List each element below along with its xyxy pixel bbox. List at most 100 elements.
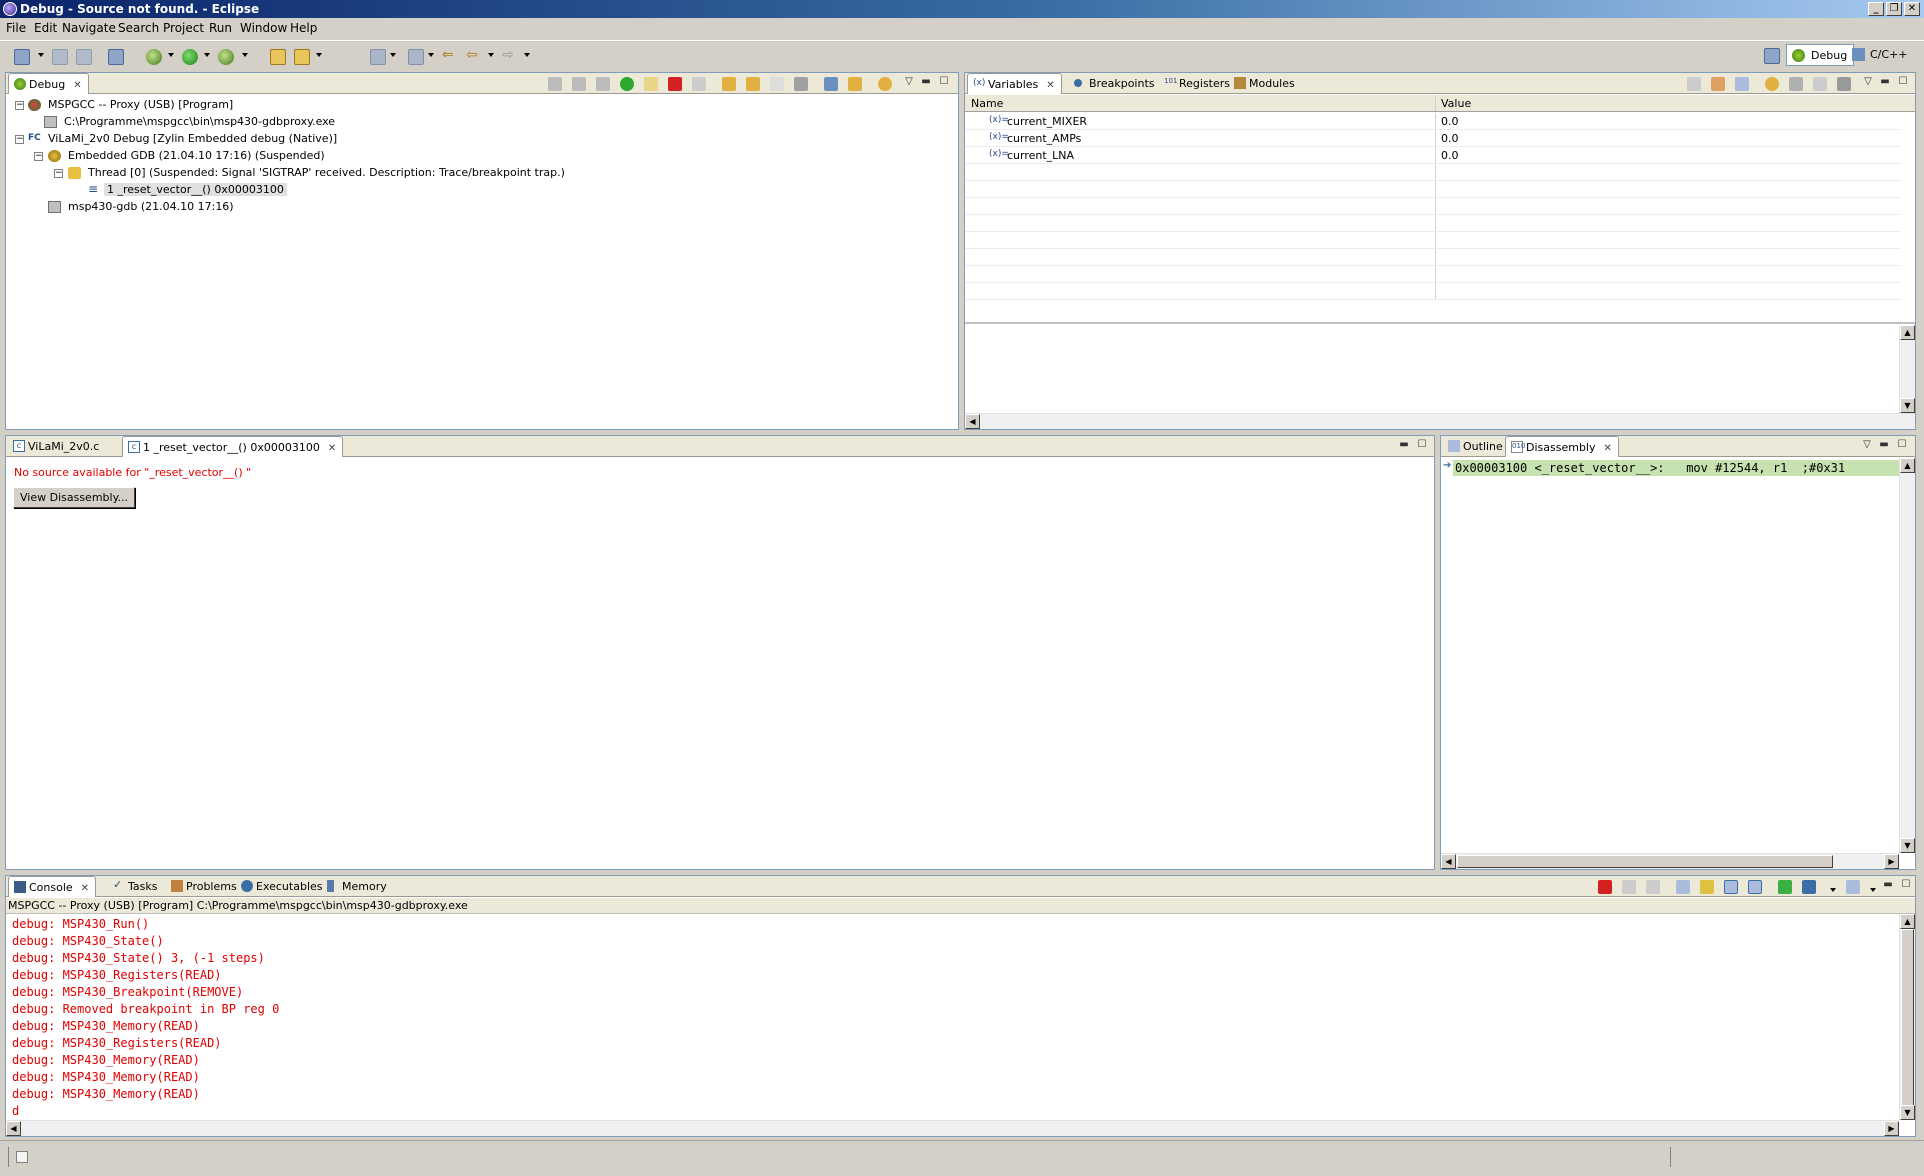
console-output[interactable]: debug: MSP430_Run() debug: MSP430_State(… xyxy=(6,914,1899,1120)
disconnect-icon[interactable] xyxy=(596,77,610,91)
back-dropdown-icon[interactable] xyxy=(488,53,494,57)
back-icon[interactable]: ⇦ xyxy=(466,47,478,63)
scroll-down-icon[interactable]: ▼ xyxy=(1900,1105,1915,1120)
minimize-button[interactable]: _ xyxy=(1868,2,1884,16)
view-menu-icon[interactable]: ▽ xyxy=(1862,77,1874,88)
step-filters-icon[interactable] xyxy=(848,77,862,91)
step-return-icon[interactable] xyxy=(770,77,784,91)
menu-file[interactable]: File xyxy=(6,21,26,35)
tab-disassembly[interactable]: 010 Disassembly ✕ xyxy=(1505,436,1619,457)
auto-refresh-icon[interactable] xyxy=(1789,77,1803,91)
scroll-up-icon[interactable]: ▲ xyxy=(1900,914,1915,929)
close-icon[interactable]: ✕ xyxy=(1604,443,1612,454)
maximize-view-icon[interactable]: ☐ xyxy=(1897,77,1909,88)
step-over-icon[interactable] xyxy=(746,77,760,91)
view-menu-icon[interactable]: ▽ xyxy=(903,77,915,88)
scroll-left-icon[interactable]: ◀ xyxy=(1441,854,1456,869)
scroll-up-icon[interactable]: ▲ xyxy=(1900,458,1915,473)
remove-icon[interactable] xyxy=(1813,77,1827,91)
detail-pane-sash[interactable] xyxy=(965,322,1915,324)
clear-console-icon[interactable] xyxy=(1676,880,1690,894)
scroll-left-icon[interactable]: ◀ xyxy=(965,414,980,429)
external-tools-dropdown-icon[interactable] xyxy=(242,53,248,57)
save-icon[interactable] xyxy=(52,49,68,65)
debug-dropdown-icon[interactable] xyxy=(168,53,174,57)
show-on-stdout-icon[interactable] xyxy=(1724,880,1738,894)
menu-search[interactable]: Search xyxy=(118,21,159,35)
collapse-icon[interactable]: − xyxy=(15,101,24,110)
disassembly-hscrollbar[interactable]: ◀ ▶ xyxy=(1441,853,1899,869)
tab-tasks[interactable]: ✓ Tasks xyxy=(108,876,163,897)
display-console-dropdown-icon[interactable] xyxy=(1830,888,1836,892)
maximize-view-icon[interactable]: ☐ xyxy=(1896,440,1908,451)
resume-icon[interactable] xyxy=(620,77,634,91)
restore-button[interactable]: ❐ xyxy=(1886,2,1902,16)
tab-debug[interactable]: Debug ✕ xyxy=(8,73,89,94)
refresh-icon[interactable] xyxy=(878,77,892,91)
close-icon[interactable]: ✕ xyxy=(81,883,89,894)
close-button[interactable]: ✕ xyxy=(1904,2,1920,16)
close-icon[interactable]: ✕ xyxy=(328,443,336,454)
tab-outline[interactable]: Outline xyxy=(1443,436,1509,457)
show-type-names-icon[interactable] xyxy=(1687,77,1701,91)
open-folder-icon[interactable] xyxy=(270,49,286,65)
remove-launch-icon[interactable] xyxy=(1622,880,1636,894)
remove-all-icon[interactable] xyxy=(1837,77,1851,91)
run-icon[interactable] xyxy=(182,49,198,65)
minimize-view-icon[interactable]: ▬ xyxy=(1878,440,1890,451)
close-icon[interactable]: ✕ xyxy=(1046,80,1054,91)
terminate-icon[interactable] xyxy=(1598,880,1612,894)
prev-annotation-icon[interactable] xyxy=(408,49,424,65)
next-annotation-dropdown-icon[interactable] xyxy=(390,53,396,57)
minimize-view-icon[interactable]: ▬ xyxy=(920,77,932,88)
maximize-view-icon[interactable]: ☐ xyxy=(938,77,950,88)
column-value[interactable]: Value xyxy=(1441,97,1471,110)
debug-config-icon[interactable] xyxy=(146,49,162,65)
menu-window[interactable]: Window xyxy=(240,21,287,35)
table-row[interactable]: (x)= current_MIXER 0.0 xyxy=(965,113,1901,130)
next-annotation-icon[interactable] xyxy=(370,49,386,65)
menu-help[interactable]: Help xyxy=(290,21,317,35)
close-icon[interactable]: ✕ xyxy=(73,80,81,91)
add-global-icon[interactable] xyxy=(1711,77,1725,91)
table-row[interactable]: (x)= current_AMPs 0.0 xyxy=(965,130,1901,147)
open-console-icon[interactable] xyxy=(1846,880,1860,894)
binary-icon[interactable] xyxy=(108,49,124,65)
pin-console-icon[interactable] xyxy=(1778,880,1792,894)
menu-project[interactable]: Project xyxy=(163,21,204,35)
tab-problems[interactable]: Problems xyxy=(166,876,243,897)
perspective-cpp[interactable]: C/C++ xyxy=(1846,44,1914,66)
terminate-icon[interactable] xyxy=(668,77,682,91)
collapse-all-icon[interactable] xyxy=(1735,77,1749,91)
suspend-icon[interactable] xyxy=(644,77,658,91)
open-console-dropdown-icon[interactable] xyxy=(1870,888,1876,892)
scroll-lock-icon[interactable] xyxy=(1700,880,1714,894)
minimize-view-icon[interactable]: ▬ xyxy=(1879,77,1891,88)
open-perspective-icon[interactable] xyxy=(1764,48,1780,64)
console-hscrollbar[interactable]: ◀ ▶ xyxy=(6,1120,1899,1136)
external-tools-icon[interactable] xyxy=(218,49,234,65)
run-dropdown-icon[interactable] xyxy=(204,53,210,57)
view-disassembly-button[interactable]: View Disassembly... xyxy=(13,487,136,508)
perspective-debug[interactable]: Debug xyxy=(1786,44,1855,66)
tab-executables[interactable]: Executables xyxy=(236,876,329,897)
open-type-icon[interactable] xyxy=(294,49,310,65)
scroll-down-icon[interactable]: ▼ xyxy=(1900,838,1915,853)
forward-icon[interactable]: ⇨ xyxy=(502,47,514,63)
tab-breakpoints[interactable]: Breakpoints xyxy=(1069,73,1161,94)
detail-scrollbar[interactable]: ▲ ▼ xyxy=(1899,325,1915,413)
tab-variables[interactable]: (x) Variables ✕ xyxy=(967,73,1062,94)
disassembly-vscrollbar[interactable]: ▲ ▼ xyxy=(1899,458,1915,853)
detail-hscrollbar[interactable]: ◀ xyxy=(965,413,1915,429)
collapse-icon[interactable]: − xyxy=(54,169,63,178)
tab-source-file[interactable]: c ViLaMi_2v0.c xyxy=(8,436,105,457)
minimize-view-icon[interactable]: ▬ xyxy=(1882,880,1894,891)
tab-memory[interactable]: Memory xyxy=(322,876,393,897)
scroll-left-icon[interactable]: ◀ xyxy=(6,1121,21,1136)
connect-icon[interactable] xyxy=(572,77,586,91)
menu-navigate[interactable]: Navigate xyxy=(62,21,116,35)
refresh-icon[interactable] xyxy=(1765,77,1779,91)
maximize-view-icon[interactable]: ☐ xyxy=(1416,440,1428,451)
show-on-stderr-icon[interactable] xyxy=(1748,880,1762,894)
remove-all-terminated-icon[interactable] xyxy=(1646,880,1660,894)
